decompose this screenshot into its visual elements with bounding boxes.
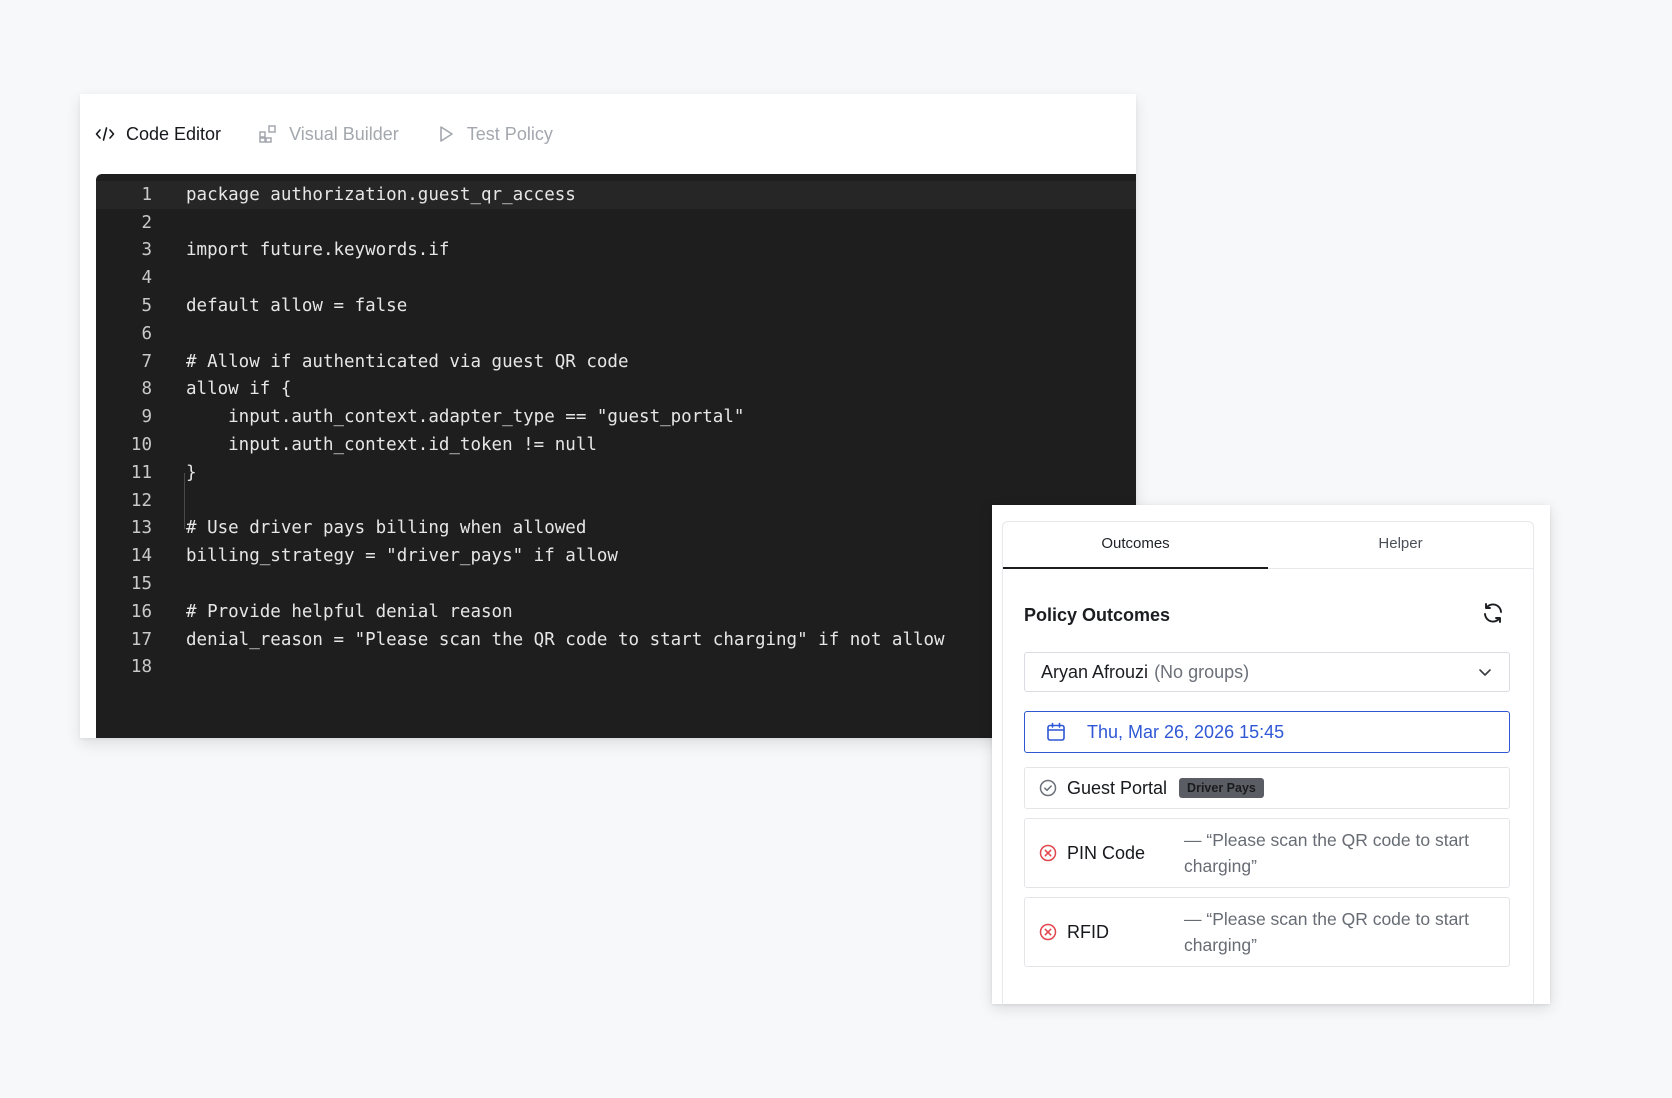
line-number: 16 — [130, 601, 152, 622]
tab-outcomes[interactable]: Outcomes — [1003, 522, 1268, 569]
line-number: 7 — [141, 351, 152, 372]
line-number: 6 — [141, 323, 152, 344]
policy-outcomes-panel: Outcomes Helper Policy Outcomes Aryan Af… — [992, 505, 1550, 1005]
code-line[interactable]: 15 — [96, 570, 1136, 598]
code-line[interactable]: 9 input.auth_context.adapter_type == "gu… — [96, 403, 1136, 431]
tab-visual-builder-label: Visual Builder — [289, 123, 399, 144]
code-line[interactable]: 2 — [96, 209, 1136, 237]
tab-visual-builder[interactable]: Visual Builder — [257, 123, 399, 145]
indent-guide — [184, 473, 185, 529]
line-number: 14 — [130, 546, 152, 567]
line-number: 17 — [130, 629, 152, 650]
denial-reason: — “Please scan the QR code to start char… — [1184, 830, 1469, 876]
tab-test-policy-label: Test Policy — [466, 123, 553, 144]
code-line[interactable]: 16 # Provide helpful denial reason — [96, 598, 1136, 626]
line-text: import future.keywords.if — [186, 240, 450, 261]
line-number: 18 — [130, 657, 152, 678]
line-text: denial_reason = "Please scan the QR code… — [186, 629, 945, 650]
line-text: # Provide helpful denial reason — [186, 601, 513, 622]
x-circle-icon — [1038, 922, 1058, 942]
code-line[interactable]: 11} — [96, 459, 1136, 487]
code-line[interactable]: 4 — [96, 264, 1136, 292]
code-line[interactable]: 1 package authorization.guest_qr_access — [96, 181, 1136, 209]
code-line[interactable]: 8 allow if { — [96, 376, 1136, 404]
line-text: input.auth_context.id_token != null — [186, 435, 597, 456]
policy-editor-card: Code Editor Visual Builder Test Policy 1… — [80, 94, 1136, 738]
code-line[interactable]: 18 — [96, 654, 1136, 682]
policy-outcomes-title: Policy Outcomes — [1024, 605, 1171, 625]
outcome-row-pin-code: PIN Code — “Please scan the QR code to s… — [1024, 818, 1510, 888]
line-number: 9 — [141, 407, 152, 428]
tab-code-editor[interactable]: Code Editor — [94, 123, 221, 145]
billing-badge: Driver Pays — [1179, 778, 1264, 798]
code-line[interactable]: 10 input.auth_context.id_token != null — [96, 431, 1136, 459]
code-editor[interactable]: 1 package authorization.guest_qr_access 2 3… — [96, 174, 1136, 738]
line-number: 11 — [130, 462, 152, 483]
code-line[interactable]: 3 import future.keywords.if — [96, 237, 1136, 265]
line-text: allow if { — [186, 379, 292, 400]
line-number: 4 — [141, 268, 152, 289]
code-line[interactable]: 7 # Allow if authenticated via guest QR c… — [96, 348, 1136, 376]
blocks-icon — [257, 123, 279, 145]
line-text: # Use driver pays billing when allowed — [186, 518, 587, 539]
line-text: # Allow if authenticated via guest QR co… — [186, 351, 629, 372]
outcome-name: RFID — [1067, 921, 1109, 942]
user-select-name: Aryan Afrouzi — [1041, 661, 1149, 682]
line-text: billing_strategy = "driver_pays" if allo… — [186, 546, 618, 567]
line-number: 2 — [141, 212, 152, 233]
line-number: 1 — [141, 184, 152, 205]
datetime-picker[interactable]: Thu, Mar 26, 2026 15:45 — [1024, 711, 1510, 753]
tab-test-policy[interactable]: Test Policy — [435, 123, 553, 145]
datetime-value: Thu, Mar 26, 2026 15:45 — [1087, 721, 1285, 742]
line-number: 15 — [130, 574, 152, 595]
line-text: } — [186, 462, 197, 483]
line-number: 10 — [130, 435, 152, 456]
outcomes-inner: Outcomes Helper Policy Outcomes Aryan Af… — [1002, 521, 1534, 1005]
code-line[interactable]: 12 — [96, 487, 1136, 515]
chevron-down-icon — [1477, 664, 1493, 680]
code-line[interactable]: 14 billing_strategy = "driver_pays" if al… — [96, 542, 1136, 570]
code-line[interactable]: 5 default allow = false — [96, 292, 1136, 320]
tab-code-editor-label: Code Editor — [126, 123, 222, 144]
refresh-icon[interactable] — [1481, 601, 1505, 625]
check-circle-icon — [1038, 778, 1058, 798]
code-line[interactable]: 6 — [96, 320, 1136, 348]
outcomes-tabs: Outcomes Helper — [1003, 522, 1533, 569]
outcome-row-guest-portal: Guest Portal Driver Pays — [1024, 767, 1510, 809]
line-text: default allow = false — [186, 296, 408, 317]
editor-tabs: Code Editor Visual Builder Test Policy — [80, 94, 1136, 174]
outcome-name: PIN Code — [1067, 842, 1146, 863]
outcome-name: Guest Portal — [1067, 777, 1168, 798]
x-circle-icon — [1038, 843, 1058, 863]
denial-reason: — “Please scan the QR code to start char… — [1184, 909, 1469, 955]
user-select-groups: (No groups) — [1154, 661, 1250, 682]
user-select[interactable]: Aryan Afrouzi (No groups) — [1024, 652, 1510, 692]
code-line[interactable]: 17 denial_reason = "Please scan the QR co… — [96, 626, 1136, 654]
play-icon — [435, 123, 457, 145]
calendar-icon — [1045, 721, 1067, 743]
code-line[interactable]: 13 # Use driver pays billing when allowed — [96, 515, 1136, 543]
line-text: input.auth_context.adapter_type == "gues… — [186, 407, 745, 428]
code-icon — [94, 123, 116, 145]
tab-helper[interactable]: Helper — [1268, 522, 1533, 568]
line-number: 12 — [130, 490, 152, 511]
line-text: package authorization.guest_qr_access — [186, 184, 576, 205]
outcome-row-rfid: RFID — “Please scan the QR code to start… — [1024, 897, 1510, 967]
line-number: 5 — [141, 296, 152, 317]
line-number: 8 — [141, 379, 152, 400]
line-number: 13 — [130, 518, 152, 539]
line-number: 3 — [141, 240, 152, 261]
